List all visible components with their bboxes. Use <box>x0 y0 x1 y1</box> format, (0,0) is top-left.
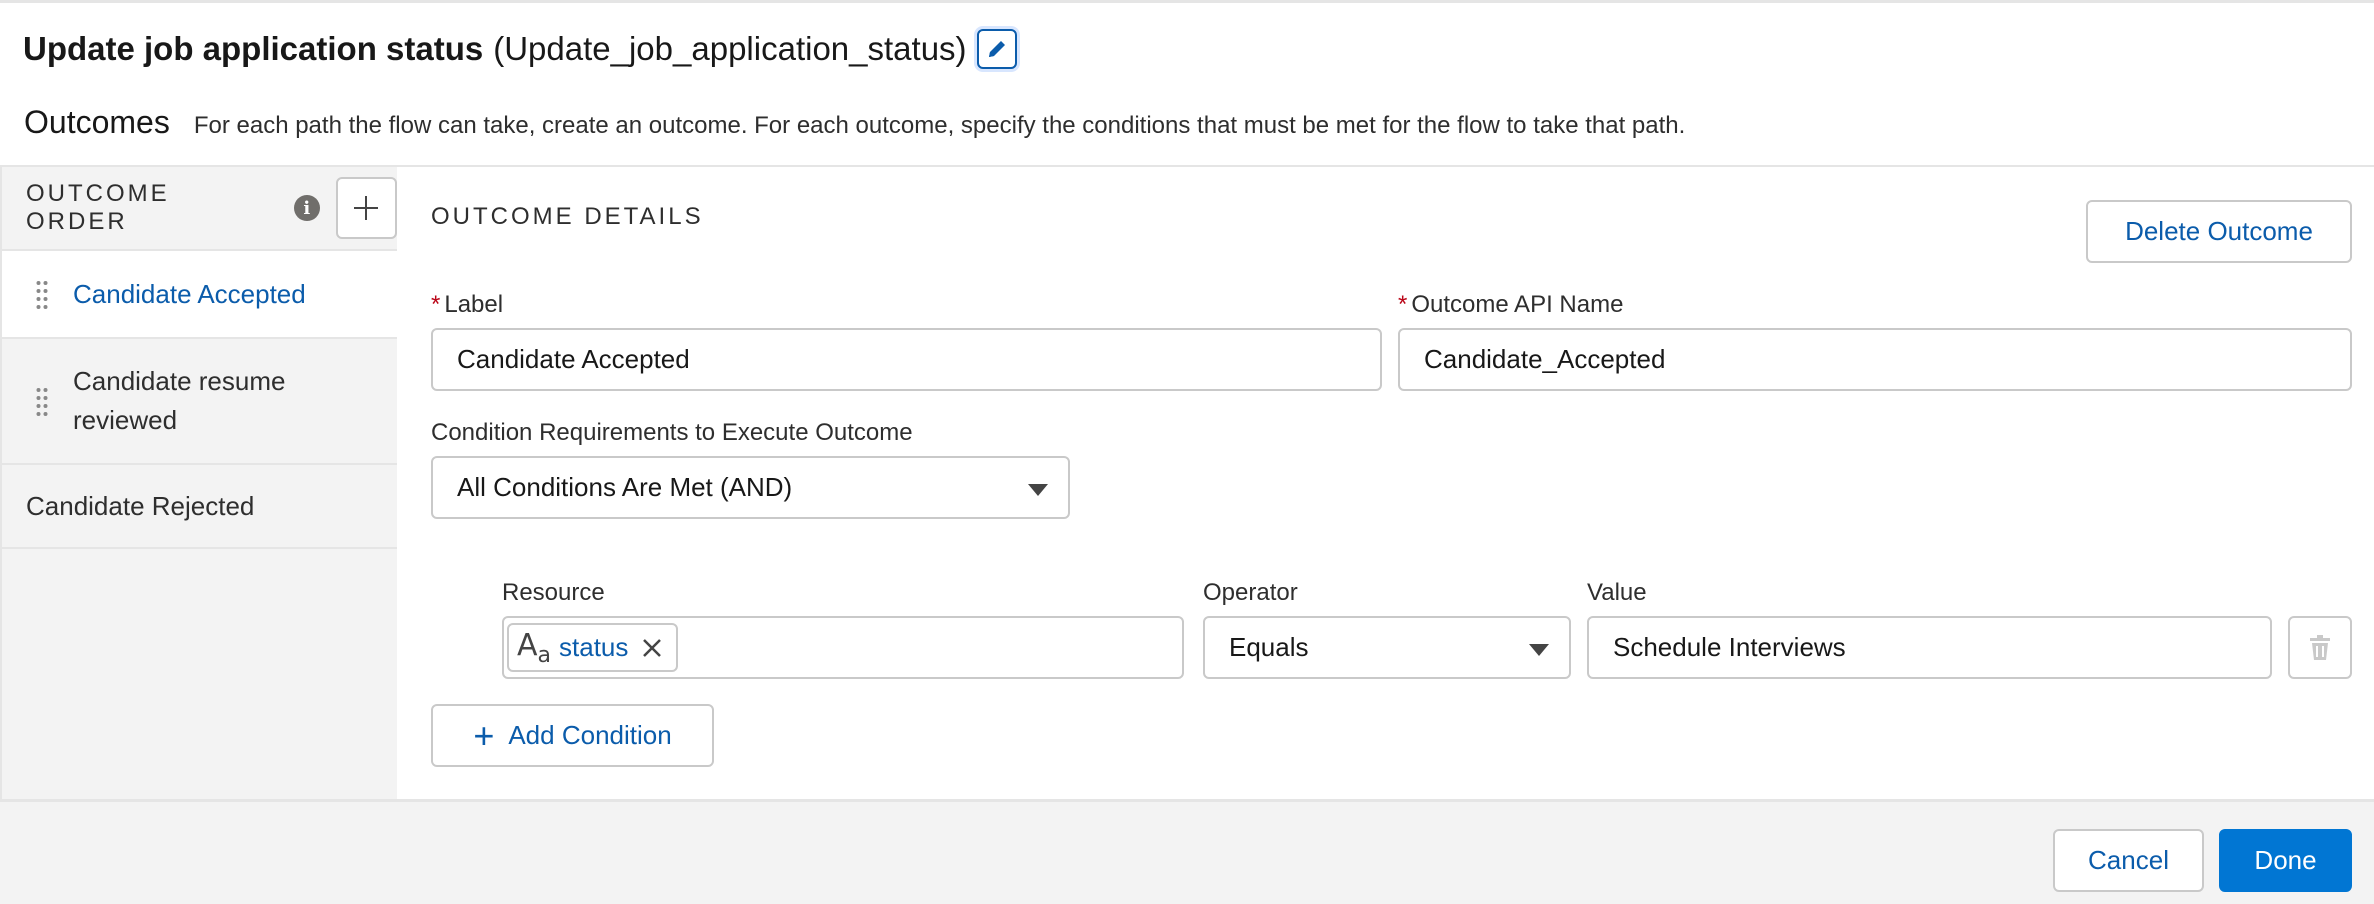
sidebar-item-label: Candidate Rejected <box>26 490 255 521</box>
resource-pill-value: status <box>559 632 629 662</box>
value-input[interactable]: Schedule Interviews <box>1587 616 2272 679</box>
value-label: Value <box>1587 579 1647 606</box>
close-icon[interactable] <box>642 638 662 658</box>
page-header: Update job application status (Update_jo… <box>23 26 1017 72</box>
resource-input[interactable]: Aa status <box>502 616 1184 679</box>
pencil-icon <box>988 41 1005 57</box>
delete-condition-button[interactable] <box>2288 616 2352 679</box>
outcome-details-heading: OUTCOME DETAILS <box>431 203 704 230</box>
page-api-name: (Update_job_application_status) <box>493 30 967 67</box>
sidebar-item-candidate-rejected[interactable]: Candidate Rejected <box>2 465 397 549</box>
api-name-field-label: * Outcome API Name <box>1398 291 1623 319</box>
operator-label: Operator <box>1203 579 1298 606</box>
plus-icon: + <box>473 714 495 756</box>
sidebar-item-label: Candidate resume reviewed <box>73 366 286 435</box>
condition-requirements-select[interactable]: All Conditions Are Met (AND) <box>431 456 1070 519</box>
chevron-down-icon <box>1028 484 1048 496</box>
modal-footer: Cancel Done <box>0 799 2374 904</box>
drag-handle-icon[interactable] <box>36 386 48 416</box>
outcome-order-label: OUTCOME ORDER <box>26 180 170 235</box>
add-condition-label: Add Condition <box>508 720 672 750</box>
top-divider <box>0 0 2374 3</box>
plus-icon <box>354 196 379 220</box>
api-name-field-text: Outcome API Name <box>1411 291 1624 318</box>
delete-outcome-button[interactable]: Delete Outcome <box>2086 200 2352 263</box>
drag-handle-icon[interactable] <box>36 279 48 309</box>
info-icon[interactable]: i <box>293 195 320 221</box>
outcome-order-sidebar: OUTCOME ORDER i Candidate Accepted Candi… <box>2 167 397 801</box>
required-marker: * <box>1398 291 1408 318</box>
outcomes-panel: OUTCOME ORDER i Candidate Accepted Candi… <box>0 165 2374 801</box>
condition-requirements-value: All Conditions Are Met (AND) <box>457 472 793 502</box>
operator-select[interactable]: Equals <box>1203 616 1571 679</box>
cancel-button[interactable]: Cancel <box>2053 829 2204 892</box>
resource-pill[interactable]: Aa status <box>507 623 678 672</box>
label-field-text: Label <box>444 291 504 318</box>
label-field-label: * Label <box>431 291 503 319</box>
resource-label: Resource <box>502 579 605 606</box>
operator-value: Equals <box>1229 632 1309 662</box>
add-condition-button[interactable]: + Add Condition <box>431 704 714 767</box>
page-title: Update job application status <box>23 30 484 67</box>
sidebar-item-label: Candidate Accepted <box>73 278 306 309</box>
sidebar-item-candidate-resume-reviewed[interactable]: Candidate resume reviewed <box>2 339 397 465</box>
outcomes-heading: Outcomes <box>24 104 170 140</box>
edit-title-button[interactable] <box>976 29 1017 69</box>
sidebar-item-candidate-accepted[interactable]: Candidate Accepted <box>2 251 397 339</box>
label-input[interactable]: Candidate Accepted <box>431 328 1382 391</box>
add-outcome-button[interactable] <box>335 177 397 239</box>
done-button[interactable]: Done <box>2219 829 2352 892</box>
required-marker: * <box>431 291 441 318</box>
outcomes-intro: Outcomes For each path the flow can take… <box>24 104 1685 141</box>
outcome-details: OUTCOME DETAILS Delete Outcome * Label Ca… <box>397 167 2374 801</box>
outcome-order-header: OUTCOME ORDER i <box>2 167 397 251</box>
text-type-icon: Aa <box>517 627 552 668</box>
api-name-input[interactable]: Candidate_Accepted <box>1398 328 2352 391</box>
condition-requirements-label: Condition Requirements to Execute Outcom… <box>431 419 913 446</box>
outcomes-description: For each path the flow can take, create … <box>193 112 1686 139</box>
trash-icon <box>2310 634 2330 660</box>
chevron-down-icon <box>1529 644 1549 656</box>
